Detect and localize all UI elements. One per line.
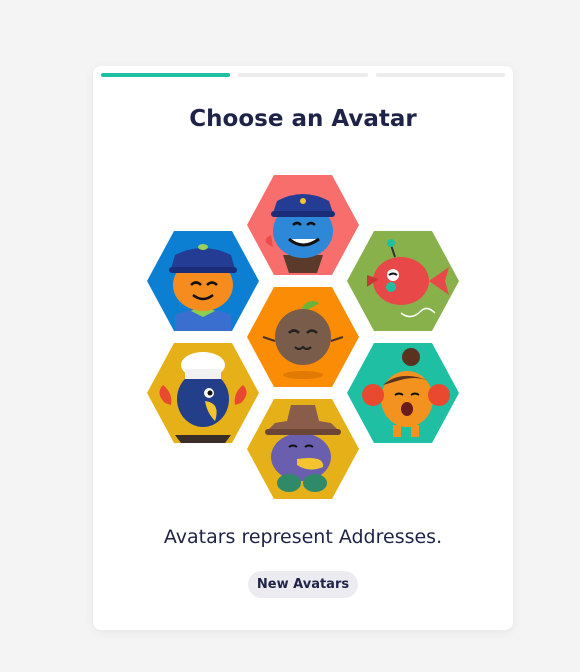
avatar-cowboy-platypus[interactable]: [245, 397, 361, 501]
avatar-card: Choose an Avatar Avatars represent Addre…: [93, 66, 513, 630]
avatar-fish[interactable]: [345, 229, 461, 333]
avatar-crab-girl[interactable]: [345, 341, 461, 445]
new-avatars-button[interactable]: New Avatars: [248, 571, 358, 598]
avatar-police-whale[interactable]: [245, 173, 361, 277]
avatar-police-pumpkin[interactable]: [145, 229, 261, 333]
avatar-coconut[interactable]: [245, 285, 361, 389]
avatar-caption: Avatars represent Addresses.: [163, 526, 443, 548]
avatar-chef-bird[interactable]: [145, 341, 261, 445]
